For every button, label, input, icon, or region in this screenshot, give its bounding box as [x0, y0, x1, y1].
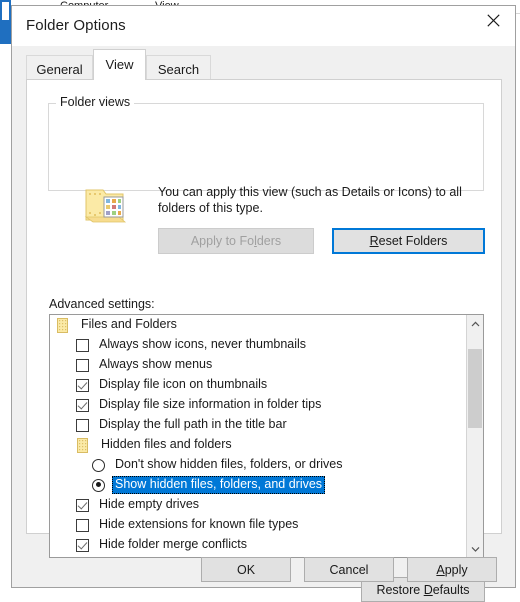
settings-row-label: Display the full path in the title bar: [96, 416, 290, 434]
settings-row-label: Hide folder merge conflicts: [96, 536, 250, 554]
radio-selected-icon[interactable]: [92, 479, 105, 492]
folder-views-groupbox: [48, 103, 484, 191]
settings-row[interactable]: Hide empty drives: [50, 495, 466, 515]
settings-row-label: Always show icons, never thumbnails: [96, 336, 309, 354]
settings-row-label: Hidden files and folders: [98, 436, 235, 454]
folder-category-icon: [56, 318, 69, 333]
checkbox-unchecked-icon[interactable]: [76, 419, 89, 432]
folder-category-icon: [76, 438, 89, 453]
settings-row[interactable]: Files and Folders: [50, 315, 466, 335]
settings-row-label-text: Hide folder merge conflicts: [96, 536, 250, 554]
settings-row[interactable]: Display the full path in the title bar: [50, 415, 466, 435]
advanced-settings-listbox[interactable]: Files and Folders Always show icons, neve…: [49, 314, 484, 558]
settings-row[interactable]: Display file icon on thumbnails: [50, 375, 466, 395]
reset-folders-label: Reset Folders: [370, 234, 448, 248]
apply-label: Apply: [436, 563, 467, 577]
apply-to-folders-label: Apply to Folders: [191, 234, 281, 248]
settings-row[interactable]: Don't show hidden files, folders, or dri…: [50, 455, 466, 475]
tab-search[interactable]: Search: [146, 55, 211, 80]
checkbox-unchecked-icon[interactable]: [76, 359, 89, 372]
settings-row-label-text: Always show menus: [96, 356, 215, 374]
settings-row-label: Always show menus: [96, 356, 215, 374]
close-icon[interactable]: [471, 6, 515, 35]
settings-row-label-text: Show hidden files, folders, and drives: [112, 476, 325, 494]
settings-row[interactable]: Show hidden files, folders, and drives: [50, 475, 466, 495]
advanced-settings-scrollbar[interactable]: [466, 315, 483, 557]
settings-row-label-text: Display the full path in the title bar: [96, 416, 290, 434]
folder-options-dialog: Folder Options General View Search Folde…: [11, 5, 516, 588]
checkbox-checked-icon[interactable]: [76, 379, 89, 392]
settings-row-label-text: Hidden files and folders: [98, 436, 235, 454]
settings-row[interactable]: Hide folder merge conflicts: [50, 535, 466, 555]
cancel-button[interactable]: Cancel: [304, 557, 394, 582]
settings-row[interactable]: Hidden files and folders: [50, 435, 466, 455]
scrollbar-thumb[interactable]: [468, 349, 482, 428]
background-window-left-strip: [0, 0, 11, 44]
settings-row-label: Display file size information in folder …: [96, 396, 324, 414]
restore-defaults-label: Restore Defaults: [376, 583, 469, 597]
cancel-label: Cancel: [330, 563, 369, 577]
scroll-down-icon[interactable]: [467, 540, 483, 557]
folder-views-description: You can apply this view (such as Details…: [158, 184, 488, 216]
settings-row-label-text: Always show icons, never thumbnails: [96, 336, 309, 354]
apply-to-folders-button[interactable]: Apply to Folders: [158, 228, 314, 254]
apply-button[interactable]: Apply: [407, 557, 497, 582]
advanced-settings-label: Advanced settings:: [49, 297, 155, 311]
folder-views-group-label: Folder views: [56, 95, 134, 109]
checkbox-unchecked-icon[interactable]: [76, 339, 89, 352]
dialog-title: Folder Options: [26, 17, 126, 34]
radio-unselected-icon[interactable]: [92, 459, 105, 472]
settings-row[interactable]: Display file size information in folder …: [50, 395, 466, 415]
settings-row-label-text: Files and Folders: [78, 316, 180, 334]
tab-general[interactable]: General: [26, 55, 93, 80]
dialog-titlebar: Folder Options: [12, 6, 515, 46]
settings-row-label: Files and Folders: [78, 316, 180, 334]
settings-row-label-text: Display file icon on thumbnails: [96, 376, 270, 394]
background-window-left-strip-inner: [2, 2, 9, 20]
scroll-up-icon[interactable]: [467, 315, 483, 332]
settings-row-label-text: Hide extensions for known file types: [96, 516, 301, 534]
ok-button[interactable]: OK: [201, 557, 291, 582]
settings-row-label: Hide empty drives: [96, 496, 202, 514]
view-tab-page: Folder views: [26, 79, 502, 534]
settings-row[interactable]: Hide extensions for known file types: [50, 515, 466, 535]
settings-row-label: Hide extensions for known file types: [96, 516, 301, 534]
settings-row-label-text: Don't show hidden files, folders, or dri…: [112, 456, 346, 474]
settings-row-label: Display file icon on thumbnails: [96, 376, 270, 394]
ok-label: OK: [237, 563, 255, 577]
settings-row-label-text: Display file size information in folder …: [96, 396, 324, 414]
checkbox-checked-icon[interactable]: [76, 499, 89, 512]
settings-row[interactable]: Always show icons, never thumbnails: [50, 335, 466, 355]
settings-row[interactable]: Always show menus: [50, 355, 466, 375]
settings-row-label-text: Hide empty drives: [96, 496, 202, 514]
settings-row-label: Don't show hidden files, folders, or dri…: [112, 456, 346, 474]
advanced-settings-list: Files and Folders Always show icons, neve…: [50, 315, 466, 557]
settings-row-label: Show hidden files, folders, and drives: [112, 476, 325, 494]
checkbox-checked-icon[interactable]: [76, 539, 89, 552]
checkbox-checked-icon[interactable]: [76, 399, 89, 412]
folder-view-icon: [83, 186, 128, 228]
dialog-tabstrip: General View Search: [12, 46, 515, 80]
checkbox-unchecked-icon[interactable]: [76, 519, 89, 532]
reset-folders-button[interactable]: Reset Folders: [332, 228, 485, 254]
tab-view[interactable]: View: [93, 49, 146, 80]
